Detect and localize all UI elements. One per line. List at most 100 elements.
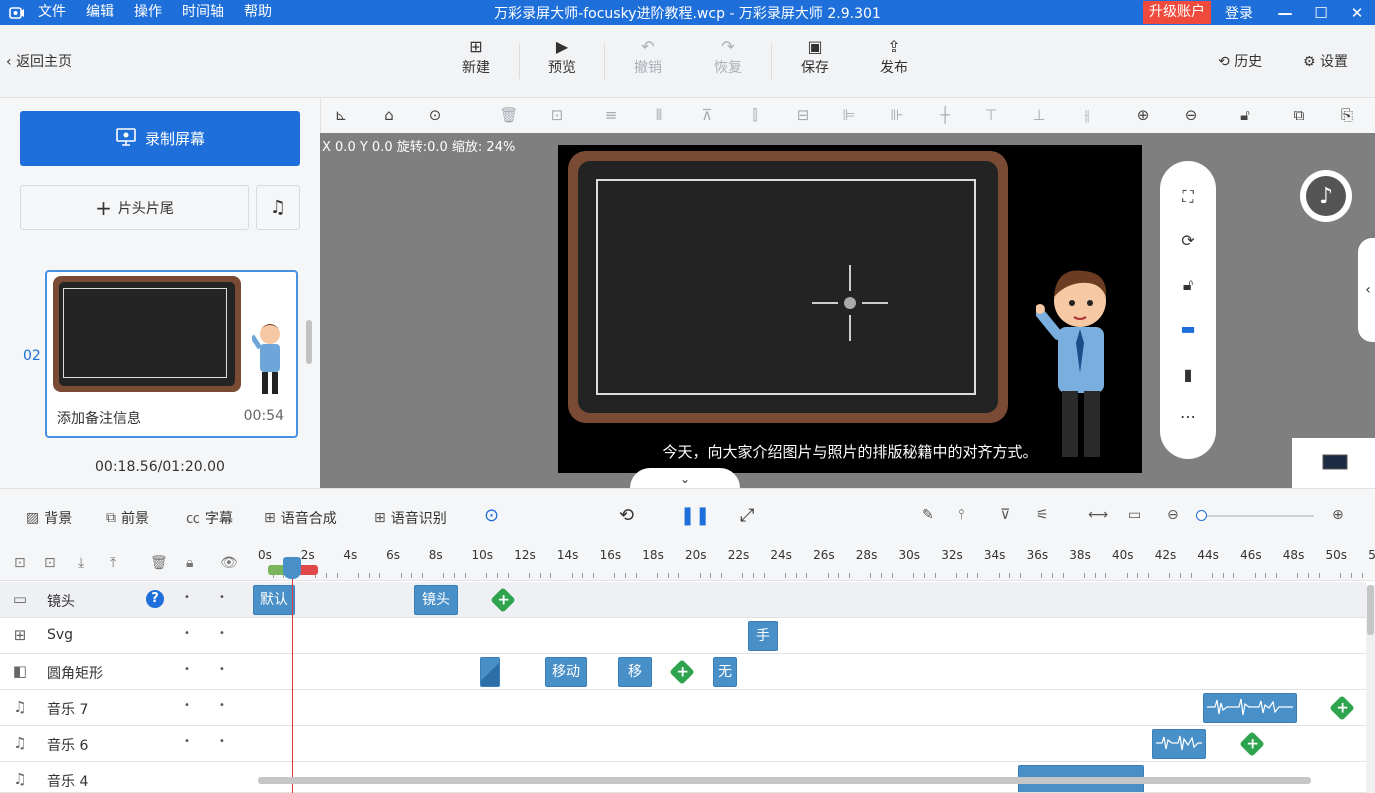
- timeline-clip[interactable]: 移: [618, 657, 652, 687]
- align-left-icon[interactable]: ⊫: [839, 106, 859, 124]
- align-up-icon[interactable]: ⊤: [981, 106, 1001, 124]
- audio-clip[interactable]: [1152, 729, 1206, 759]
- collapse-button[interactable]: ⌄: [630, 468, 740, 488]
- visible-dot[interactable]: •: [219, 628, 225, 639]
- add-action-icon[interactable]: [1239, 731, 1265, 757]
- copy-icon[interactable]: ⧉: [1289, 106, 1309, 124]
- monitor-icon[interactable]: ▬: [1176, 319, 1200, 338]
- align-side-icon[interactable]: ⫿: [745, 106, 765, 124]
- playhead-handle[interactable]: [283, 557, 301, 579]
- blackboard-image[interactable]: [568, 151, 1008, 423]
- subtitle-text[interactable]: 今天，向大家介绍图片与照片的排版秘籍中的对齐方式。: [558, 441, 1142, 462]
- lock-dot[interactable]: •: [184, 664, 190, 675]
- stage[interactable]: 今天，向大家介绍图片与照片的排版秘籍中的对齐方式。: [558, 145, 1142, 473]
- paste-icon[interactable]: ⎘: [1337, 106, 1357, 124]
- audio-clip[interactable]: [1203, 693, 1297, 723]
- pause-icon[interactable]: ❚❚: [680, 505, 710, 526]
- align-middle-icon[interactable]: ┼: [935, 106, 955, 124]
- add-head-tail-button[interactable]: + 片头片尾: [20, 185, 249, 230]
- delete-icon[interactable]: 🗑: [499, 106, 519, 124]
- fit-width-icon[interactable]: ⟷: [1088, 507, 1108, 523]
- lock-dot[interactable]: •: [184, 700, 190, 711]
- delete-track-icon[interactable]: 🗑: [150, 555, 168, 571]
- align-bottom-icon[interactable]: ⊥: [1029, 106, 1049, 124]
- foreground-button[interactable]: ⧉ 前景: [106, 508, 149, 528]
- visibility-icon[interactable]: 👁︎: [220, 555, 238, 571]
- zoom-out-icon[interactable]: ⊖: [1181, 106, 1201, 124]
- align-top-icon[interactable]: ≡: [601, 106, 621, 124]
- ruler-icon[interactable]: ⊾: [331, 106, 351, 124]
- mini-preview-panel[interactable]: [1292, 438, 1375, 488]
- track-row-rounded-rect[interactable]: ◧ 圆角矩形 • • 移动 移 无: [0, 654, 1366, 690]
- fit-screen-icon[interactable]: ⛶: [1176, 187, 1200, 207]
- filter-icon[interactable]: ⊽: [1000, 507, 1010, 523]
- add-action-icon[interactable]: [669, 659, 695, 685]
- menu-operate[interactable]: 操作: [124, 0, 172, 25]
- visible-dot[interactable]: •: [219, 700, 225, 711]
- visible-dot[interactable]: •: [219, 592, 225, 603]
- move-up-icon[interactable]: ⤒: [110, 555, 116, 571]
- lock-dot[interactable]: •: [184, 592, 190, 603]
- lock-icon[interactable]: 🔓︎: [1176, 275, 1200, 295]
- align-vertical-icon[interactable]: ⦀: [649, 106, 669, 124]
- upgrade-account-button[interactable]: 升级账户: [1143, 1, 1211, 24]
- time-ruler[interactable]: 0s 2s 4s 6s 8s 10s 12s 14s 16s 18s 20s 22s 24s 26s 28s…: [252, 545, 1375, 581]
- actual-size-icon[interactable]: ▭: [1128, 507, 1141, 523]
- menu-help[interactable]: 帮助: [234, 0, 282, 25]
- expand-panel-button[interactable]: ‹: [1358, 238, 1375, 342]
- menu-timeline[interactable]: 时间轴: [172, 0, 234, 25]
- visible-dot[interactable]: •: [219, 664, 225, 675]
- scene-note[interactable]: 添加备注信息: [57, 408, 141, 428]
- more-icon[interactable]: ⊙: [425, 106, 445, 124]
- record-screen-button[interactable]: 录制屏幕: [20, 111, 300, 166]
- maximize-icon[interactable]: ☐: [1303, 4, 1339, 22]
- align-center-icon[interactable]: ⊼: [697, 106, 717, 124]
- adjust-icon[interactable]: ⚟: [1036, 507, 1049, 523]
- save-button[interactable]: ▣ 保存: [790, 37, 840, 77]
- add-action-icon[interactable]: [490, 587, 516, 613]
- back-home-button[interactable]: ‹ 返回主页: [6, 51, 72, 71]
- align-right-icon[interactable]: ⊪: [887, 106, 907, 124]
- undo-button[interactable]: ↶ 撤销: [623, 37, 673, 77]
- background-music-button[interactable]: ♪: [1300, 170, 1352, 222]
- timeline-clip[interactable]: 镜头: [414, 585, 458, 615]
- more-icon[interactable]: ⋯: [1176, 407, 1200, 426]
- track-row-svg[interactable]: ⊞ Svg • • 手: [0, 618, 1366, 654]
- fullscreen-icon[interactable]: ⤢: [740, 505, 754, 526]
- asr-button[interactable]: ⊞ 语音识别: [374, 508, 447, 528]
- settings-button[interactable]: ⚙ 设置: [1303, 51, 1348, 71]
- lock-dot[interactable]: •: [184, 628, 190, 639]
- menu-file[interactable]: 文件: [28, 0, 76, 25]
- visible-dot[interactable]: •: [219, 736, 225, 747]
- background-button[interactable]: ▨ 背景: [26, 508, 72, 528]
- close-icon[interactable]: ✕: [1339, 4, 1375, 22]
- split-icon[interactable]: ⫯: [958, 507, 964, 523]
- timeline-zoom-slider[interactable]: [1196, 510, 1314, 521]
- help-icon[interactable]: ?: [146, 590, 164, 608]
- track-row-camera[interactable]: ▭ 镜头 ? • • 默认 镜头: [0, 582, 1366, 618]
- redo-button[interactable]: ↷ 恢复: [703, 37, 753, 77]
- login-button[interactable]: 登录: [1225, 3, 1253, 23]
- track-row-music-7[interactable]: ♫ 音乐 7 • •: [0, 690, 1366, 726]
- timeline-clip[interactable]: 手: [748, 621, 778, 651]
- add-track-icon[interactable]: ⊡: [44, 555, 56, 571]
- add-action-icon[interactable]: [1329, 695, 1355, 721]
- edit-icon[interactable]: ✎: [922, 507, 934, 523]
- zoom-out-timeline-icon[interactable]: ⊖: [1167, 507, 1179, 523]
- move-down-icon[interactable]: ⤓: [78, 555, 84, 571]
- lock-dot[interactable]: •: [184, 736, 190, 747]
- slider-knob[interactable]: [1196, 510, 1207, 521]
- timeline-clip[interactable]: [480, 657, 500, 687]
- timeline-clip[interactable]: 无: [713, 657, 737, 687]
- caption-button[interactable]: ㏄字幕: [186, 508, 233, 528]
- zoom-in-timeline-icon[interactable]: ⊕: [1332, 507, 1344, 523]
- rotate-icon[interactable]: ⟳: [1176, 231, 1200, 250]
- select-icon[interactable]: ⊡: [547, 106, 567, 124]
- history-button[interactable]: ⟲ 历史: [1218, 51, 1262, 71]
- phone-icon[interactable]: ▮: [1176, 365, 1200, 384]
- scene-scrollbar[interactable]: [306, 320, 312, 364]
- new-button[interactable]: ⊞ 新建: [451, 37, 501, 77]
- timeline-clip[interactable]: 默认: [253, 585, 295, 615]
- distribute-icon[interactable]: ⊟: [793, 106, 813, 124]
- publish-button[interactable]: ⇪ 发布: [869, 37, 919, 77]
